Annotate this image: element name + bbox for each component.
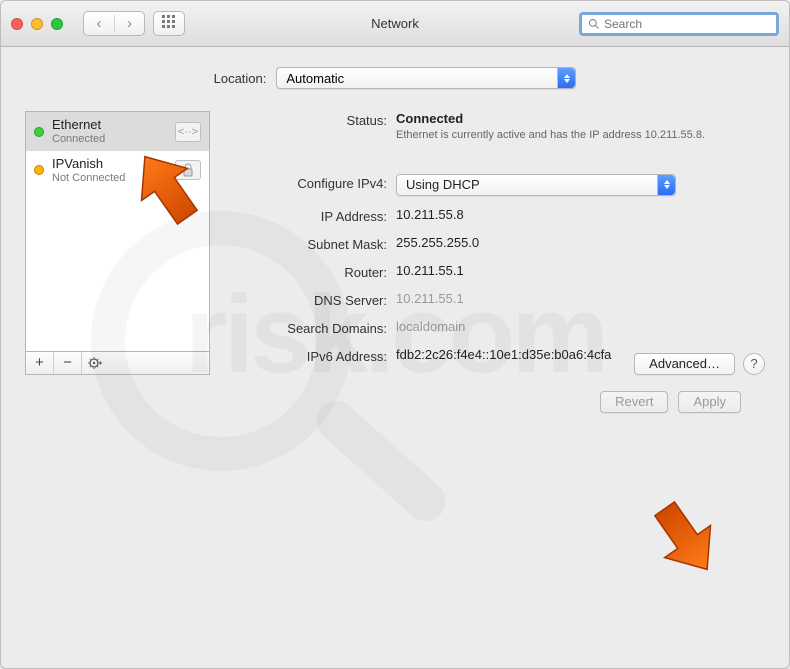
search-domains-value: localdomain [396,319,765,334]
status-dot-icon [34,165,44,175]
router-label: Router: [230,263,396,280]
interface-name: Ethernet [52,118,105,133]
interface-actions-button[interactable] [82,352,110,374]
remove-interface-button[interactable]: − [54,352,82,374]
subnet-mask-value: 255.255.255.0 [396,235,765,250]
show-all-button[interactable] [153,11,185,36]
configure-ipv4-popup[interactable]: Using DHCP [396,174,676,196]
ethernet-icon: <··> [175,122,201,142]
search-domains-label: Search Domains: [230,319,396,336]
dns-server-label: DNS Server: [230,291,396,308]
bottom-button-bar: Revert Apply [25,375,765,413]
sidebar-item-ethernet[interactable]: Ethernet Connected <··> [26,112,209,151]
configure-ipv4-label: Configure IPv4: [230,174,396,191]
advanced-button[interactable]: Advanced… [634,353,735,375]
window-controls [11,18,63,30]
sidebar-item-ipvanish[interactable]: IPVanish Not Connected [26,151,209,190]
ip-address-value: 10.211.55.8 [396,207,765,222]
help-button[interactable]: ? [743,353,765,375]
location-label: Location: [214,71,267,86]
apply-button[interactable]: Apply [678,391,741,413]
search-field[interactable] [579,12,779,36]
configure-ipv4-value: Using DHCP [406,177,480,192]
chevron-updown-icon [557,68,575,88]
status-dot-icon [34,127,44,137]
interface-status: Connected [52,133,105,146]
search-icon [588,18,600,30]
zoom-window-button[interactable] [51,18,63,30]
location-row: Location: Automatic [25,67,765,89]
status-description: Ethernet is currently active and has the… [396,128,706,143]
network-preferences-window: risk.com ‹ › Network [0,0,790,669]
ipv6-address-label: IPv6 Address: [230,347,396,364]
nav-back-forward: ‹ › [83,11,145,36]
dns-server-value: 10.211.55.1 [396,291,765,306]
subnet-mask-label: Subnet Mask: [230,235,396,252]
location-value: Automatic [286,71,344,86]
gear-icon [88,357,104,369]
minimize-window-button[interactable] [31,18,43,30]
add-interface-button[interactable]: + [26,352,54,374]
network-list: Ethernet Connected <··> IPVanish Not Con… [25,111,210,351]
revert-button[interactable]: Revert [600,391,668,413]
annotation-arrow-icon [633,485,733,585]
vpn-lock-icon [175,160,201,180]
titlebar: ‹ › Network [1,1,789,47]
detail-pane: Status: Connected Ethernet is currently … [230,111,765,375]
window-title: Network [371,16,419,31]
list-controls: + − [25,351,210,375]
location-popup[interactable]: Automatic [276,67,576,89]
interface-name: IPVanish [52,157,125,172]
forward-button[interactable]: › [114,15,144,32]
network-sidebar: Ethernet Connected <··> IPVanish Not Con… [25,111,210,375]
router-value: 10.211.55.1 [396,263,765,278]
chevron-updown-icon [657,175,675,195]
back-button[interactable]: ‹ [84,15,114,32]
search-input[interactable] [604,17,770,31]
status-label: Status: [230,111,396,128]
ip-address-label: IP Address: [230,207,396,224]
grid-icon [154,15,184,33]
close-window-button[interactable] [11,18,23,30]
status-value: Connected [396,111,463,126]
interface-status: Not Connected [52,172,125,185]
